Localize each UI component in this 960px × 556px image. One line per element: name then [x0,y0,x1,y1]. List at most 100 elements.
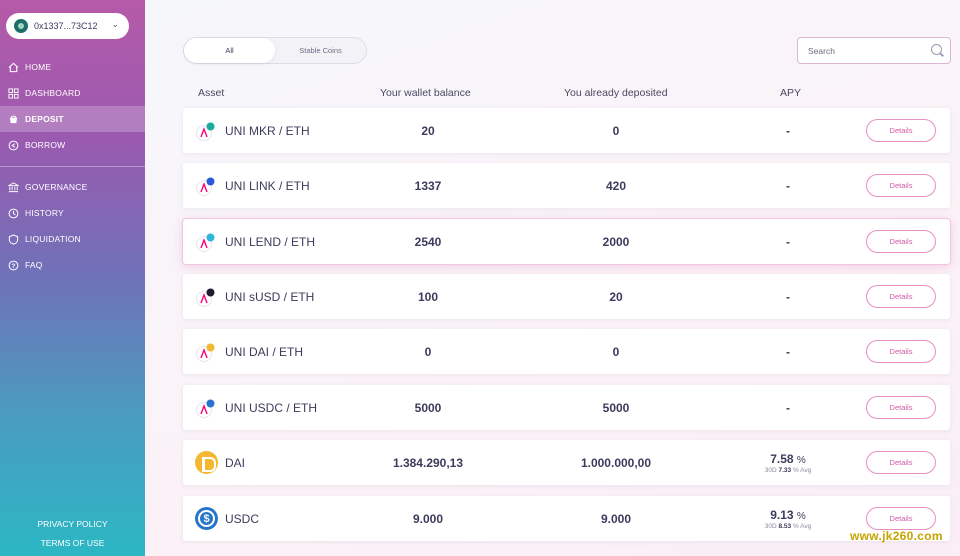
wallet-balance: 100 [417,289,439,304]
avg-unit: % [792,466,799,474]
search-input[interactable]: Search [797,37,951,64]
deposited-amount: 1.000.000,00 [580,455,652,470]
table-row[interactable]: UNI sUSD / ETH 100 20 - Details [183,274,950,319]
usdc-coin-icon [195,507,218,530]
asset-name: UNI MKR / ETH [225,123,310,138]
wallet-balance: 1337 [414,178,442,193]
nav-item-governance[interactable]: GOVERNANCE [0,174,145,200]
table-row[interactable]: UNI USDC / ETH 5000 5000 - Details [183,385,950,430]
apy-cell: - [753,219,823,264]
chevron-down-icon: ⌄ [111,19,119,29]
wallet-address: 0x1337...73C12 [34,21,98,31]
details-button[interactable]: Details [866,230,936,253]
nav-label: HISTORY [25,208,64,218]
table-row[interactable]: UNI DAI / ETH 0 0 - Details [183,329,950,374]
avg-unit: % [792,522,799,530]
apy-number: 7.58 [770,451,794,466]
liquidation-icon [7,233,19,245]
apy-value: - [786,289,790,304]
terms-of-use-link[interactable]: TERMS OF USE [0,538,145,548]
wallet-selector[interactable]: 0x1337...73C12 ⌄ [6,13,129,39]
details-button[interactable]: Details [866,174,936,197]
apy-number: 9.13 [770,507,794,522]
header-apy: APY [780,87,802,99]
details-button[interactable]: Details [866,285,936,308]
nav-divider [0,166,145,167]
details-button[interactable]: Details [866,119,936,142]
nav-label: DEPOSIT [25,114,64,124]
table-row[interactable]: USDC 9.000 9.000 9.13 % 30D 8.53 % Avg D… [183,496,950,541]
history-icon [7,207,19,219]
search-placeholder: Search [808,45,835,56]
sidebar: 0x1337...73C12 ⌄ HOME DASHBOARD DEPOSIT [0,0,145,556]
avg-suffix: Avg [800,466,812,474]
apy-cell: - [753,108,823,153]
apy-value: 7.58 % [770,452,806,466]
apy-value: - [786,344,790,359]
filter-tabs: All Stable Coins [183,37,367,64]
nav-item-borrow[interactable]: BORROW [0,132,145,158]
borrow-icon [7,139,19,151]
apy-value: - [786,400,790,415]
nav-item-home[interactable]: HOME [0,54,145,80]
pair-token-dot [206,288,215,297]
deposited-amount: 9.000 [600,511,632,526]
deposited-amount: 5000 [602,400,630,415]
wallet-balance: 20 [421,123,435,138]
pair-token-dot [206,177,215,186]
apy-value: - [786,234,790,249]
asset-name: UNI DAI / ETH [225,344,304,359]
apy-unit: % [796,510,806,522]
deposit-icon [7,113,19,125]
avg-suffix: Avg [800,522,812,530]
main-content: All Stable Coins Search Asset Your walle… [145,0,960,556]
wallet-balance: 0 [424,344,432,359]
details-button[interactable]: Details [866,396,936,419]
home-icon [7,61,19,73]
details-button[interactable]: Details [866,451,936,474]
tab-all[interactable]: All [184,38,275,63]
pair-token-dot [206,343,215,352]
nav-item-history[interactable]: HISTORY [0,200,145,226]
nav-item-deposit[interactable]: DEPOSIT [0,106,145,132]
wallet-avatar-icon [14,19,28,33]
nav-item-liquidation[interactable]: LIQUIDATION [0,226,145,252]
avg-value: 7.33 [778,466,792,474]
privacy-policy-link[interactable]: PRIVACY POLICY [0,519,145,529]
header-wallet-balance: Your wallet balance [380,87,471,99]
uni-pair-icon [196,122,215,141]
watermark: www.jk260.com [850,529,943,543]
table-row[interactable]: DAI 1.384.290,13 1.000.000,00 7.58 % 30D… [183,440,950,485]
nav-item-dashboard[interactable]: DASHBOARD [0,80,145,106]
primary-nav: HOME DASHBOARD DEPOSIT BORROW [0,54,145,158]
nav-label: BORROW [25,140,66,150]
svg-text:?: ? [11,262,15,269]
asset-name: UNI LEND / ETH [225,234,316,249]
deposited-amount: 0 [612,123,620,138]
deposited-amount: 420 [605,178,627,193]
table-row[interactable]: UNI LEND / ETH 2540 2000 - Details [183,219,950,264]
table-row[interactable]: UNI MKR / ETH 20 0 - Details [183,108,950,153]
apy-30d-avg: 30D 7.33 % Avg [765,467,812,474]
nav-item-faq[interactable]: ? FAQ [0,252,145,278]
apy-30d-avg: 30D 8.53 % Avg [765,523,812,530]
apy-cell: 9.13 % 30D 8.53 % Avg [753,496,823,541]
asset-name: UNI sUSD / ETH [225,289,315,304]
details-button[interactable]: Details [866,340,936,363]
wallet-balance: 2540 [414,234,442,249]
avg-value: 8.53 [778,522,792,530]
uni-pair-icon [196,343,215,362]
apy-cell: - [753,385,823,430]
apy-cell: - [753,274,823,319]
asset-name: DAI [225,455,246,470]
tab-stable-coins[interactable]: Stable Coins [275,38,366,63]
uni-pair-icon [196,399,215,418]
nav-label: HOME [25,62,52,72]
faq-icon: ? [7,259,19,271]
uni-pair-icon [196,177,215,196]
pair-token-dot [206,233,215,242]
table-row[interactable]: UNI LINK / ETH 1337 420 - Details [183,163,950,208]
details-button[interactable]: Details [866,507,936,530]
dashboard-icon [7,87,19,99]
search-icon[interactable] [931,44,942,55]
